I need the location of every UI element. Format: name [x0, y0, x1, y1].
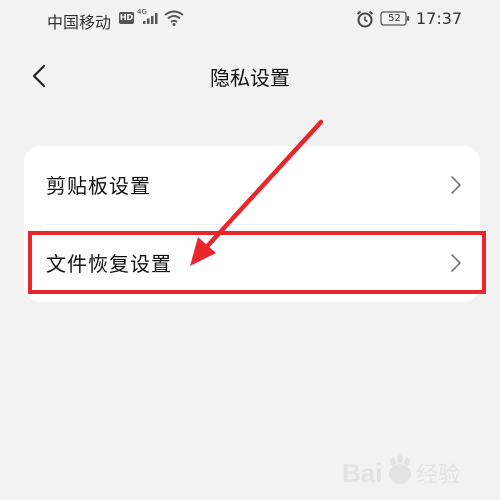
battery-level: 52 [388, 13, 401, 24]
file-recovery-settings-label: 文件恢复设置 [46, 252, 172, 276]
baidu-jingyan-watermark-logo: Bai 经验 [342, 455, 460, 488]
file-recovery-settings-item[interactable]: 文件恢复设置 [24, 224, 480, 302]
chevron-right-icon [451, 254, 461, 272]
chevron-right-icon [451, 176, 461, 194]
svg-text:Bai: Bai [342, 458, 382, 488]
clock-time: 17:37 [416, 9, 463, 28]
svg-text:经验: 经验 [416, 463, 460, 488]
signal-icon [143, 13, 158, 24]
hd-badge: HD [119, 12, 134, 24]
status-bar: 中国移动 HD 4G 52 17:37 [0, 0, 500, 40]
page-title: 隐私设置 [210, 66, 290, 90]
wifi-icon [164, 10, 184, 26]
clipboard-settings-label: 剪贴板设置 [46, 174, 151, 198]
carrier-name: 中国移动 [47, 13, 112, 32]
alarm-icon [356, 10, 374, 28]
settings-card: 剪贴板设置 文件恢复设置 [24, 146, 480, 302]
clipboard-settings-item[interactable]: 剪贴板设置 [24, 146, 480, 224]
